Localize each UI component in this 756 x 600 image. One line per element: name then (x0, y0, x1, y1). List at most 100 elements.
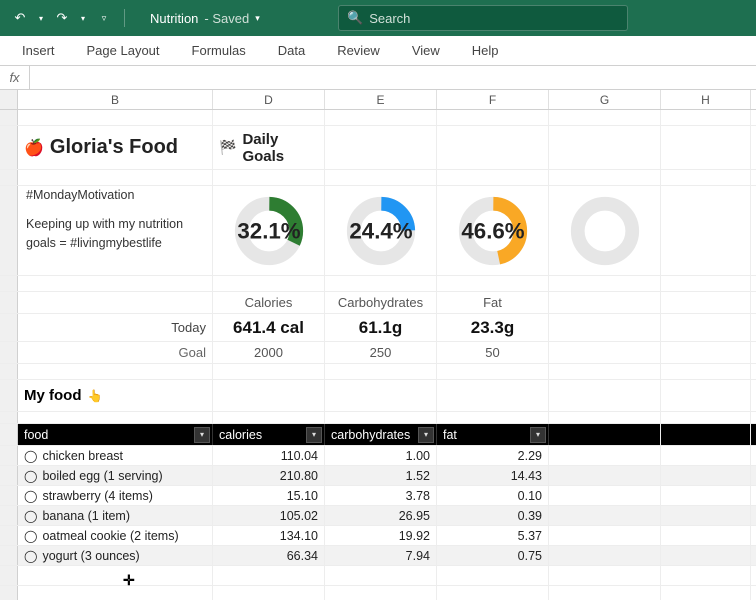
quick-access-toolbar: ↶ ▾ ↷ ▾ ▿ (0, 6, 129, 30)
cell-fat[interactable]: 2.29 (437, 446, 549, 465)
th-food[interactable]: food▾ (18, 424, 213, 445)
tab-insert[interactable]: Insert (20, 39, 57, 62)
undo-dropdown-icon[interactable]: ▾ (36, 6, 46, 30)
cell-food[interactable]: ◯boiled egg (1 serving) (18, 466, 213, 485)
filter-icon[interactable]: ▾ (306, 427, 322, 443)
today-fat: 23.3g (437, 314, 549, 341)
table-row[interactable]: ◯strawberry (4 items)15.103.780.10 (0, 486, 756, 506)
ribbon-tabs: Insert Page Layout Formulas Data Review … (0, 36, 756, 66)
filter-icon[interactable]: ▾ (194, 427, 210, 443)
sheet-title: 🍎 Gloria's Food (18, 126, 213, 169)
col-header-h[interactable]: H (661, 90, 751, 109)
goal-calories: 2000 (213, 342, 325, 363)
goal-fat: 50 (437, 342, 549, 363)
gauge-carbs: 24.4% (331, 188, 430, 273)
col-header-g[interactable]: G (549, 90, 661, 109)
cell-fat[interactable]: 5.37 (437, 526, 549, 545)
search-placeholder: Search (369, 11, 410, 26)
filter-icon[interactable]: ▾ (530, 427, 546, 443)
cell-carbs[interactable]: 3.78 (325, 486, 437, 505)
document-title[interactable]: Nutrition - Saved ▾ (150, 11, 260, 26)
fx-label[interactable]: fx (0, 66, 30, 89)
cell-calories[interactable]: 15.10 (213, 486, 325, 505)
table-row[interactable]: ◯yogurt (3 ounces)66.347.940.75 (0, 546, 756, 566)
gauge-fat: 46.6% (443, 188, 542, 273)
table-header: food▾ calories▾ carbohydrates▾ fat▾ (0, 424, 756, 446)
gauge-calories: 32.1% (219, 188, 318, 273)
spreadsheet-grid[interactable]: 🍎 Gloria's Food 🏁 Daily Goals #MondayMot… (0, 110, 756, 600)
metric-label-fat: Fat (437, 292, 549, 313)
th-carbs[interactable]: carbohydrates▾ (325, 424, 437, 445)
gauge-empty (555, 188, 654, 273)
select-all-corner[interactable] (0, 90, 18, 109)
redo-dropdown-icon[interactable]: ▾ (78, 6, 88, 30)
table-row[interactable]: ◯boiled egg (1 serving)210.801.5214.43 (0, 466, 756, 486)
cell-fat[interactable]: 14.43 (437, 466, 549, 485)
th-calories[interactable]: calories▾ (213, 424, 325, 445)
cell-calories[interactable]: 105.02 (213, 506, 325, 525)
cell-carbs[interactable]: 7.94 (325, 546, 437, 565)
search-box[interactable]: 🔍 Search (338, 5, 628, 31)
table-row[interactable]: ◯oatmeal cookie (2 items)134.1019.925.37 (0, 526, 756, 546)
metric-label-carbs: Carbohydrates (325, 292, 437, 313)
cell-carbs[interactable]: 19.92 (325, 526, 437, 545)
filter-icon[interactable]: ▾ (418, 427, 434, 443)
apple-outline-icon: ◯ (24, 529, 37, 543)
cell-calories[interactable]: 134.10 (213, 526, 325, 545)
cell-food[interactable]: ◯chicken breast (18, 446, 213, 465)
cell-food[interactable]: ◯oatmeal cookie (2 items) (18, 526, 213, 545)
undo-button[interactable]: ↶ (8, 6, 32, 30)
tab-help[interactable]: Help (470, 39, 501, 62)
tab-formulas[interactable]: Formulas (190, 39, 248, 62)
qat-customize-icon[interactable]: ▿ (92, 6, 116, 30)
today-label: Today (18, 314, 213, 341)
today-calories: 641.4 cal (213, 314, 325, 341)
col-header-d[interactable]: D (213, 90, 325, 109)
cell-food[interactable]: ◯strawberry (4 items) (18, 486, 213, 505)
tab-data[interactable]: Data (276, 39, 307, 62)
th-fat[interactable]: fat▾ (437, 424, 549, 445)
formula-bar: fx (0, 66, 756, 90)
my-food-heading: My food 👆 (18, 380, 213, 411)
title-dropdown-icon[interactable]: ▾ (255, 13, 260, 24)
cell-fat[interactable]: 0.39 (437, 506, 549, 525)
flag-icon: 🏁 (219, 139, 236, 156)
column-headers: B D E F G H (0, 90, 756, 110)
cell-carbs[interactable]: 1.52 (325, 466, 437, 485)
formula-input[interactable] (30, 66, 756, 89)
apple-outline-icon: ◯ (24, 469, 37, 483)
redo-button[interactable]: ↷ (50, 6, 74, 30)
pointer-icon: 👆 (88, 389, 103, 403)
apple-outline-icon: ◯ (24, 489, 37, 503)
cell-calories[interactable]: 66.34 (213, 546, 325, 565)
cell-fat[interactable]: 0.75 (437, 546, 549, 565)
svg-text:32.1%: 32.1% (237, 218, 300, 243)
col-header-b[interactable]: B (18, 90, 213, 109)
tab-page-layout[interactable]: Page Layout (85, 39, 162, 62)
metric-label-calories: Calories (213, 292, 325, 313)
cell-fat[interactable]: 0.10 (437, 486, 549, 505)
tab-view[interactable]: View (410, 39, 442, 62)
cell-food[interactable]: ◯yogurt (3 ounces) (18, 546, 213, 565)
cell-carbs[interactable]: 1.00 (325, 446, 437, 465)
search-icon: 🔍 (347, 10, 363, 26)
cell-food[interactable]: ◯banana (1 item) (18, 506, 213, 525)
qat-separator (124, 9, 125, 27)
save-state-label: - Saved (204, 11, 249, 26)
table-row[interactable]: ◯chicken breast110.041.002.29 (0, 446, 756, 466)
daily-goals-heading: 🏁 Daily Goals (213, 126, 325, 169)
cell-carbs[interactable]: 26.95 (325, 506, 437, 525)
table-row[interactable]: ◯banana (1 item)105.0226.950.39 (0, 506, 756, 526)
title-bar: ↶ ▾ ↷ ▾ ▿ Nutrition - Saved ▾ 🔍 Search (0, 0, 756, 36)
col-header-f[interactable]: F (437, 90, 549, 109)
goal-label: Goal (18, 342, 213, 363)
apple-outline-icon: ◯ (24, 549, 37, 563)
document-name: Nutrition (150, 11, 198, 26)
svg-text:24.4%: 24.4% (349, 218, 412, 243)
tab-review[interactable]: Review (335, 39, 382, 62)
apple-outline-icon: ◯ (24, 449, 37, 463)
cell-calories[interactable]: 210.80 (213, 466, 325, 485)
goal-carbs: 250 (325, 342, 437, 363)
cell-calories[interactable]: 110.04 (213, 446, 325, 465)
col-header-e[interactable]: E (325, 90, 437, 109)
